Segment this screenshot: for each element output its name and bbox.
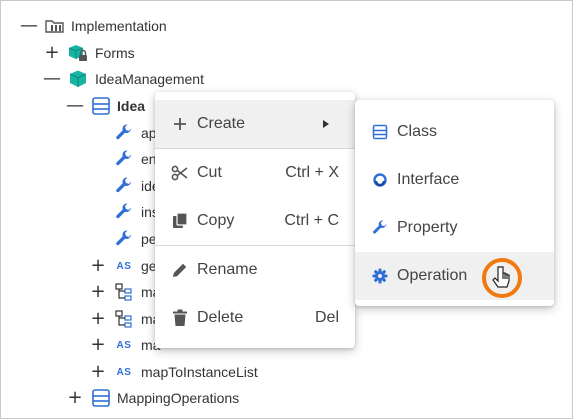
tree-node-label: MappingOperations [117, 390, 240, 406]
wrench-icon [113, 148, 135, 170]
scissors-icon [171, 164, 189, 182]
wrench-icon [371, 219, 389, 237]
hierarchy-icon [113, 281, 135, 303]
tree-node-label: Implementation [71, 18, 167, 34]
hierarchy-icon [113, 308, 135, 330]
menu-item-label: Property [397, 219, 458, 236]
tree-node-property[interactable]: pe [1, 227, 161, 251]
menu-item-label: Class [397, 123, 438, 140]
menu-item-cut[interactable]: Cut Ctrl + X [155, 149, 355, 197]
expand-toggle[interactable]: + [67, 389, 83, 407]
menu-item-label: Create [197, 115, 246, 132]
menu-item-label: Operation [397, 267, 468, 284]
locked-package-icon [67, 42, 89, 64]
plus-icon [171, 115, 189, 133]
context-menu: Create Cut Ctrl + X Copy Ctrl + C Rename… [155, 92, 355, 348]
menu-item-shortcut: Del [314, 309, 339, 326]
tree-node-implementation[interactable]: — Implementation [1, 14, 301, 38]
as-badge: AS [113, 255, 135, 277]
as-badge-text: AS [116, 260, 132, 272]
wrench-icon [113, 175, 135, 197]
expand-toggle[interactable]: + [90, 336, 106, 354]
wrench-icon [113, 228, 135, 250]
submenu-item-class[interactable]: Class [355, 108, 554, 156]
menu-item-label: Interface [397, 171, 460, 188]
expand-toggle[interactable]: + [44, 44, 60, 62]
wrench-icon [113, 122, 135, 144]
submenu-item-operation[interactable]: Operation [355, 252, 554, 300]
collapse-toggle[interactable]: — [20, 17, 38, 35]
tree-node-operation[interactable]: + AS mapToInstanceList [1, 360, 301, 384]
menu-item-delete[interactable]: Delete Del [155, 294, 355, 342]
class-icon [90, 95, 112, 117]
menu-item-label: Copy [197, 212, 235, 229]
trash-icon [171, 309, 189, 327]
tree-node-label: Forms [95, 45, 135, 61]
tree-node-mappingoperations[interactable]: + MappingOperations [1, 386, 301, 410]
tree-node-property[interactable]: ide [1, 174, 161, 198]
menu-item-label: Cut [197, 164, 222, 181]
expand-toggle[interactable]: + [90, 257, 106, 275]
menu-item-create[interactable]: Create [155, 100, 355, 148]
collapse-toggle[interactable]: — [66, 97, 84, 115]
wrench-icon [113, 201, 135, 223]
collapse-toggle[interactable]: — [43, 70, 61, 88]
tree-node-property[interactable]: ap [1, 121, 161, 145]
as-badge-text: AS [116, 366, 132, 378]
mouse-cursor-highlight [481, 257, 523, 299]
submenu-item-property[interactable]: Property [355, 204, 554, 252]
class-icon [90, 387, 112, 409]
tree-node-ideamanagement[interactable]: — IdeaManagement [1, 67, 301, 91]
expand-toggle[interactable]: + [90, 310, 106, 328]
tree-node-label: IdeaManagement [95, 71, 204, 87]
tree-node-label: mapToInstanceList [141, 364, 258, 380]
menu-item-label: Rename [197, 261, 258, 278]
menu-item-shortcut: Ctrl + X [285, 164, 339, 181]
tree-node-property[interactable]: en [1, 147, 161, 171]
class-icon [371, 123, 389, 141]
tree-node-property[interactable]: ins [1, 200, 161, 224]
submenu-item-interface[interactable]: Interface [355, 156, 554, 204]
expand-toggle[interactable]: + [90, 363, 106, 381]
submenu-arrow-icon [317, 115, 335, 133]
pencil-icon [171, 261, 189, 279]
menu-item-rename[interactable]: Rename [155, 246, 355, 294]
copy-icon [171, 212, 189, 230]
as-badge: AS [113, 334, 135, 356]
tree-node-label: Idea [117, 98, 146, 114]
interface-icon [371, 171, 389, 189]
menu-item-shortcut: Ctrl + C [284, 212, 339, 229]
gear-icon [371, 267, 389, 285]
package-icon [67, 68, 89, 90]
tree-node-forms[interactable]: + Forms [1, 41, 301, 65]
create-submenu: Class Interface Property Operation [355, 100, 554, 306]
as-badge: AS [113, 361, 135, 383]
as-badge-text: AS [116, 339, 132, 351]
workspace-tree-panel: — Implementation + Forms — IdeaManagemen… [0, 0, 573, 419]
menu-item-copy[interactable]: Copy Ctrl + C [155, 197, 355, 245]
tree-node-idea[interactable]: — Idea [1, 94, 161, 118]
expand-toggle[interactable]: + [90, 283, 106, 301]
folder-icon [44, 15, 66, 37]
menu-item-label: Delete [197, 309, 244, 326]
